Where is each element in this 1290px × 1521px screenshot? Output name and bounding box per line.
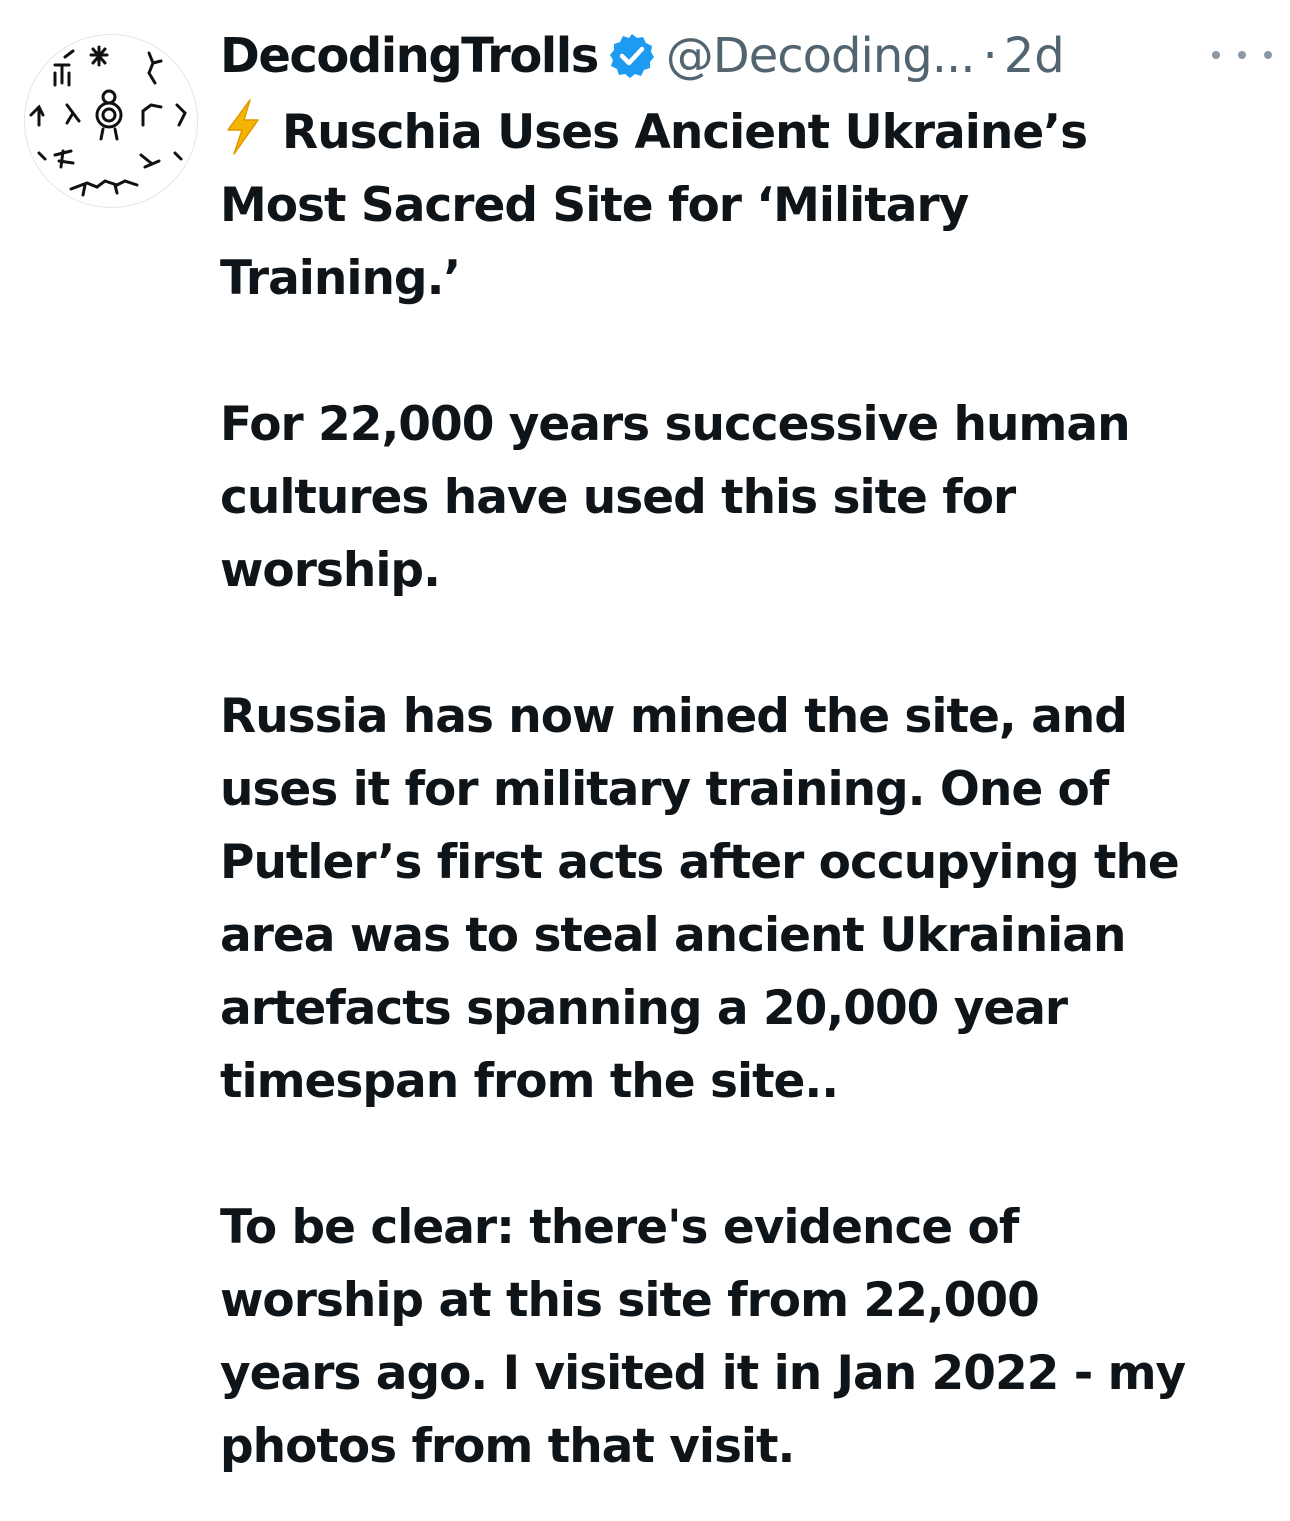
title-line-3: Training.’: [220, 251, 461, 306]
timestamp[interactable]: 2d: [1004, 28, 1065, 84]
avatar[interactable]: [24, 34, 198, 208]
text-line: timespan from the site..: [220, 1054, 839, 1109]
tweet-text: Ruschia Uses Ancient Ukraine’s Most Sacr…: [220, 96, 1270, 1483]
text-line: To be clear: there's evidence of: [220, 1200, 1019, 1255]
text-line: For 22,000 years successive human: [220, 397, 1131, 452]
title-line: Ruschia Uses Ancient Ukraine’s: [220, 96, 1270, 169]
separator-dot: ·: [982, 28, 998, 84]
author-display-name[interactable]: DecodingTrolls: [220, 28, 599, 84]
text-line: artefacts spanning a 20,000 year: [220, 981, 1068, 1036]
text-line: years ago. I visited it in Jan 2022 - my: [220, 1346, 1186, 1401]
text-line: worship.: [220, 543, 441, 598]
paragraph-3: To be clear: there's evidence of worship…: [220, 1191, 1270, 1483]
tweet[interactable]: DecodingTrolls @Decoding... · 2d Ruschia…: [0, 0, 1290, 1521]
ellipsis-icon[interactable]: [1212, 40, 1272, 70]
high-voltage-icon: [220, 98, 266, 156]
title-line-1: Ruschia Uses Ancient Ukraine’s: [282, 105, 1088, 160]
tweet-header: DecodingTrolls @Decoding... · 2d: [220, 20, 1280, 92]
verified-badge-icon[interactable]: [608, 32, 656, 80]
text-line: Russia has now mined the site, and: [220, 689, 1128, 744]
text-line: uses it for military training. One of: [220, 762, 1109, 817]
text-line: worship at this site from 22,000: [220, 1273, 1040, 1328]
text-line: Putler’s first acts after occupying the: [220, 835, 1180, 890]
text-line: area was to steal ancient Ukrainian: [220, 908, 1126, 963]
author-handle[interactable]: @Decoding...: [666, 28, 976, 84]
text-line: photos from that visit.: [220, 1419, 795, 1474]
petroglyph-avatar-image: [29, 45, 187, 197]
paragraph-2: Russia has now mined the site, and uses …: [220, 680, 1270, 1118]
text-line: cultures have used this site for: [220, 470, 1016, 525]
paragraph-1: For 22,000 years successive human cultur…: [220, 388, 1270, 607]
title-line-2: Most Sacred Site for ‘Military: [220, 178, 969, 233]
tweet-title: Ruschia Uses Ancient Ukraine’s Most Sacr…: [220, 96, 1270, 315]
